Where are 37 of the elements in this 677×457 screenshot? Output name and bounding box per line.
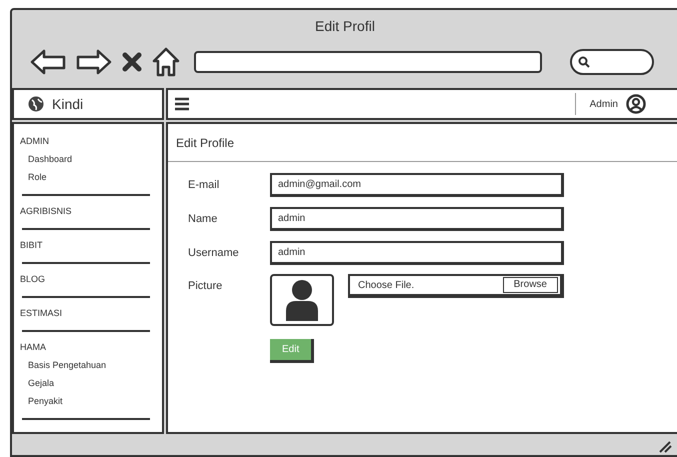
sidebar-item[interactable]: Basis Pengetahuan — [20, 356, 106, 374]
sidebar-section[interactable]: BLOG — [20, 270, 46, 288]
field-label: Name — [188, 212, 218, 227]
field-label: Picture — [188, 279, 224, 294]
search-icon — [578, 56, 590, 68]
sidebar-item[interactable]: Penyakit — [20, 392, 63, 410]
address-field[interactable] — [194, 51, 542, 73]
input-field[interactable]: admin@gmail.com — [270, 173, 564, 197]
browse-button[interactable]: Browse — [502, 277, 558, 293]
input-field[interactable]: admin — [270, 207, 564, 231]
sidebar-section[interactable]: ESTIMASI — [20, 304, 62, 322]
page-heading: Edit Profile — [176, 134, 234, 152]
search-field[interactable] — [570, 49, 654, 75]
file-placeholder: Choose File. — [357, 278, 416, 292]
person-icon — [284, 279, 320, 321]
sidebar-section[interactable]: ADMIN — [20, 132, 49, 150]
input-field[interactable]: admin — [270, 241, 564, 265]
sidebar-section[interactable]: HAMA — [20, 338, 46, 356]
field-label: E-mail — [188, 178, 220, 193]
sidebar-section[interactable]: AGRIBISNIS — [20, 202, 72, 220]
forward-icon[interactable] — [76, 49, 112, 75]
user-name[interactable]: Admin — [590, 96, 618, 112]
home-icon[interactable] — [152, 47, 180, 77]
menu-icon[interactable] — [174, 97, 190, 111]
sidebar-item[interactable]: Dashboard — [20, 150, 72, 168]
sidebar-section[interactable]: BIBIT — [20, 236, 43, 254]
globe-icon — [28, 96, 44, 112]
brand-name: Kindi — [52, 94, 84, 114]
sidebar-item[interactable]: Gejala — [20, 374, 54, 392]
user-icon[interactable] — [626, 94, 646, 114]
close-icon[interactable] — [122, 52, 142, 72]
sidebar-item[interactable]: Role — [20, 168, 47, 186]
file-field[interactable]: Choose File. Browse — [348, 274, 564, 298]
back-icon[interactable] — [30, 49, 66, 75]
window-title: Edit Profil — [314, 17, 376, 36]
resize-grip-icon[interactable] — [658, 441, 672, 453]
field-label: Username — [188, 246, 240, 261]
